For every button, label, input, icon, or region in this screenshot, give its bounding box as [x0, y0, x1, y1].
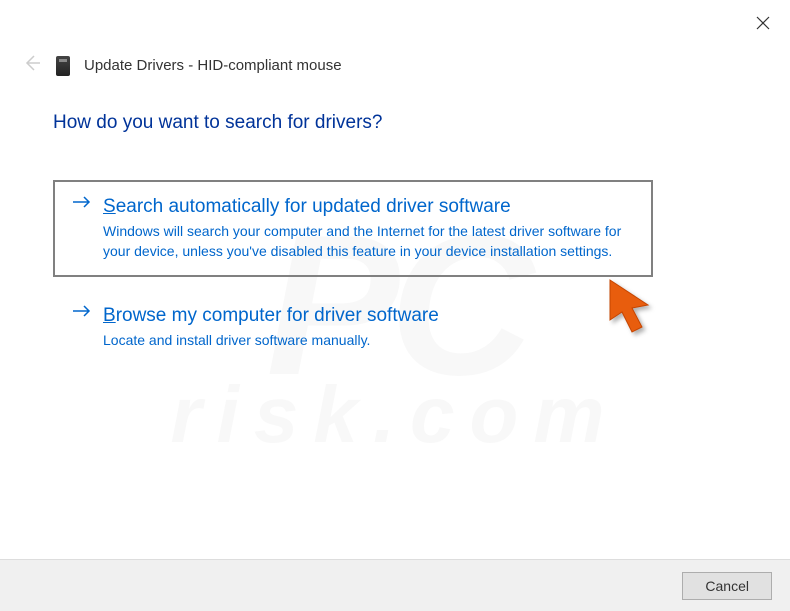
arrow-right-icon [73, 194, 91, 212]
device-icon [56, 56, 70, 76]
option-browse-description: Locate and install driver software manua… [103, 331, 633, 351]
page-heading: How do you want to search for drivers? [53, 112, 383, 134]
close-icon [756, 16, 770, 30]
option-auto-description: Windows will search your computer and th… [103, 222, 633, 261]
option-auto-title: Search automatically for updated driver … [103, 196, 511, 218]
options-list: Search automatically for updated driver … [53, 180, 653, 379]
option-search-automatically[interactable]: Search automatically for updated driver … [53, 180, 653, 277]
back-button [20, 52, 42, 79]
arrow-right-icon [73, 303, 91, 321]
watermark-text: risk.com [170, 369, 619, 461]
option-browse-title: Browse my computer for driver software [103, 305, 439, 327]
dialog-header: Update Drivers - HID-compliant mouse [20, 52, 342, 79]
option-browse-computer[interactable]: Browse my computer for driver software L… [53, 289, 653, 367]
back-arrow-icon [20, 52, 42, 74]
button-bar: Cancel [0, 559, 790, 611]
dialog-title: Update Drivers - HID-compliant mouse [84, 57, 342, 74]
close-button[interactable] [754, 14, 772, 32]
cancel-button[interactable]: Cancel [682, 572, 772, 600]
